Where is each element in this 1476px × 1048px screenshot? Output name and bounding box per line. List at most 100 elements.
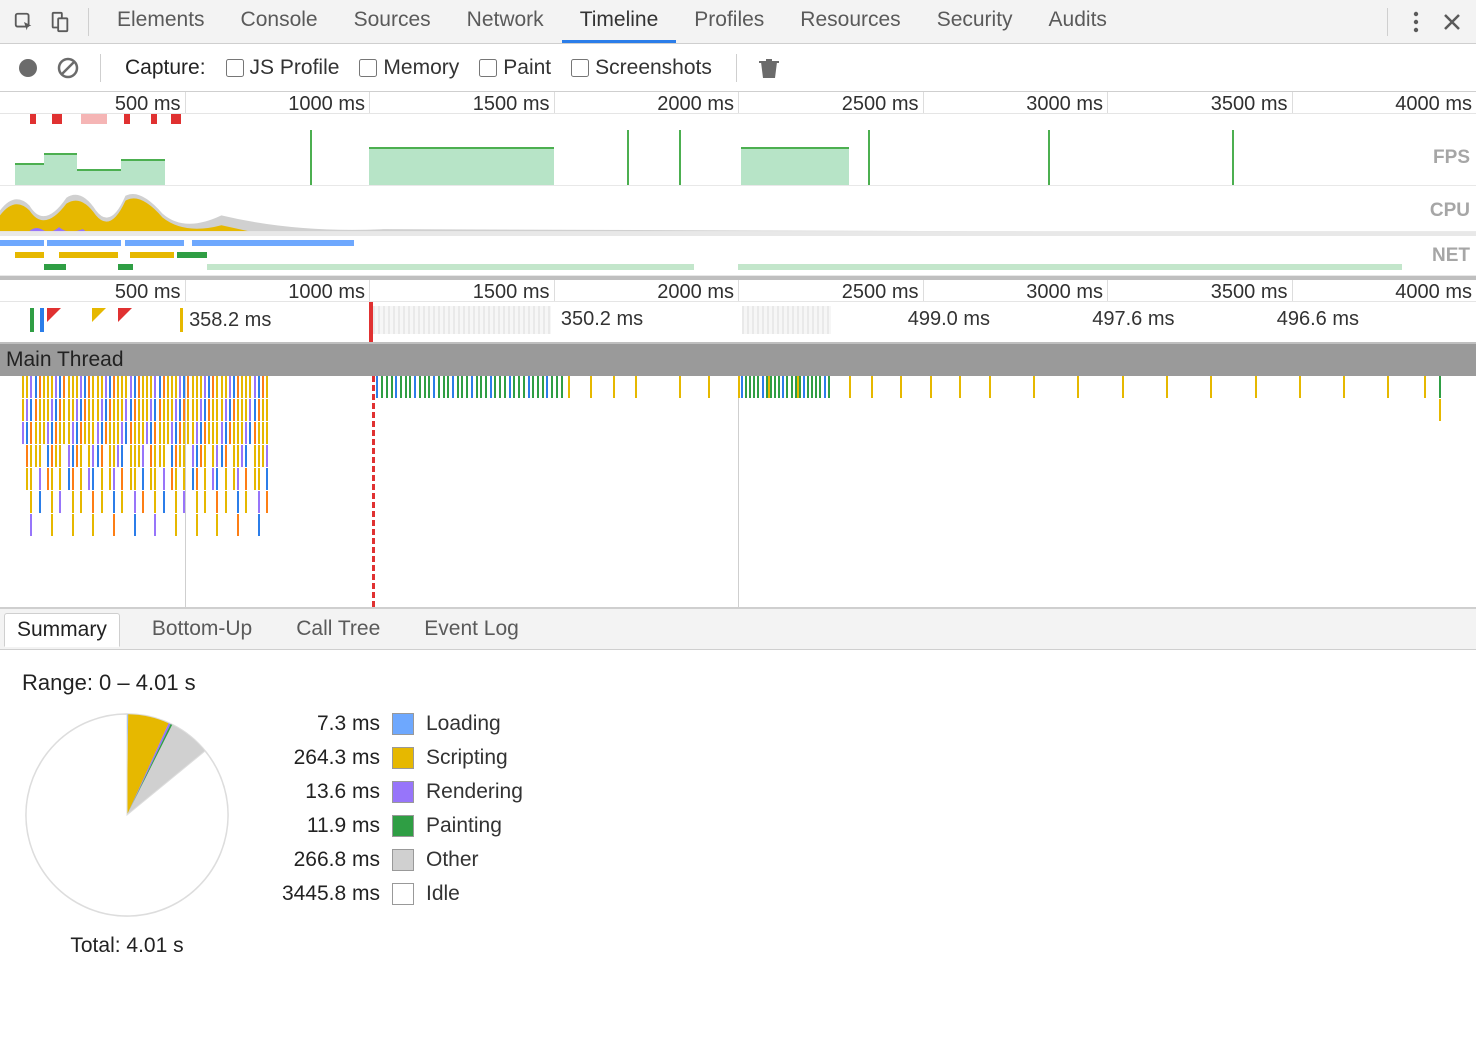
panel-tabs: ElementsConsoleSourcesNetworkTimelinePro… — [99, 0, 1377, 43]
capture-option-label: Memory — [383, 56, 459, 80]
legend-swatch — [392, 815, 414, 837]
ruler-tick-label: 2000 ms — [657, 281, 738, 304]
separator — [736, 54, 737, 82]
summary-legend: 7.3 ms Loading 264.3 ms Scripting 13.6 ms Ren… — [260, 712, 523, 906]
legend-duration: 11.9 ms — [260, 814, 380, 838]
ruler-tick-label: 1000 ms — [288, 93, 369, 116]
checkbox[interactable] — [479, 59, 497, 77]
tab-network[interactable]: Network — [449, 0, 562, 43]
ruler-tick-label: 2500 ms — [842, 93, 923, 116]
tab-profiles[interactable]: Profiles — [676, 0, 782, 43]
legend-name: Loading — [426, 712, 501, 736]
clear-icon[interactable] — [50, 50, 86, 86]
legend-name: Idle — [426, 882, 460, 906]
legend-duration: 264.3 ms — [260, 746, 380, 770]
ruler-tick-label: 1500 ms — [473, 281, 554, 304]
lane-label-fps: FPS — [1433, 147, 1470, 169]
overview-markers — [0, 114, 1476, 130]
overview-fps-lane: FPS — [0, 130, 1476, 186]
summary-pie-chart — [22, 710, 232, 920]
load-event-marker — [372, 376, 375, 607]
legend-swatch — [392, 883, 414, 905]
ruler-tick-label: 2500 ms — [842, 281, 923, 304]
capture-option-label: JS Profile — [250, 56, 340, 80]
legend-name: Scripting — [426, 746, 508, 770]
frame-duration: 499.0 ms — [908, 308, 990, 331]
ruler-tick-label: 4000 ms — [1395, 93, 1476, 116]
frame-duration: 350.2 ms — [561, 308, 643, 331]
legend-duration: 13.6 ms — [260, 780, 380, 804]
legend-duration: 3445.8 ms — [260, 882, 380, 906]
tab-console[interactable]: Console — [223, 0, 336, 43]
main-thread-flame-chart[interactable] — [0, 376, 1476, 608]
separator — [100, 54, 101, 82]
main-thread-header: Main Thread — [0, 344, 1476, 376]
tab-audits[interactable]: Audits — [1031, 0, 1125, 43]
subtab-call-tree[interactable]: Call Tree — [284, 613, 392, 645]
legend-row-idle: 3445.8 ms Idle — [260, 882, 523, 906]
overview-net-lane: NET — [0, 236, 1476, 276]
subtab-event-log[interactable]: Event Log — [412, 613, 531, 645]
ruler-tick-label: 3000 ms — [1026, 281, 1107, 304]
main-thread-label: Main Thread — [6, 348, 124, 372]
ruler-tick-label: 3000 ms — [1026, 93, 1107, 116]
legend-swatch — [392, 747, 414, 769]
legend-name: Other — [426, 848, 479, 872]
summary-range: Range: 0 – 4.01 s — [22, 670, 1454, 696]
frame-duration: 358.2 ms — [189, 309, 271, 332]
legend-swatch — [392, 713, 414, 735]
subtab-bottom-up[interactable]: Bottom-Up — [140, 613, 264, 645]
ruler-tick-label: 1500 ms — [473, 93, 554, 116]
capture-label: Capture: — [125, 56, 206, 80]
tab-elements[interactable]: Elements — [99, 0, 223, 43]
ruler-tick-label: 3500 ms — [1211, 281, 1292, 304]
checkbox[interactable] — [226, 59, 244, 77]
legend-duration: 266.8 ms — [260, 848, 380, 872]
timeline-toolbar: Capture: JS Profile Memory Paint Screenshot… — [0, 44, 1476, 92]
tab-timeline[interactable]: Timeline — [562, 0, 677, 43]
close-icon[interactable] — [1434, 4, 1470, 40]
capture-option-screenshots[interactable]: Screenshots — [571, 56, 712, 80]
device-toggle-icon[interactable] — [42, 4, 78, 40]
ruler-tick-label: 4000 ms — [1395, 281, 1476, 304]
devtools-tabbar: ElementsConsoleSourcesNetworkTimelinePro… — [0, 0, 1476, 44]
capture-option-js-profile[interactable]: JS Profile — [226, 56, 340, 80]
separator — [1387, 8, 1388, 36]
details-subtabs: Summary Bottom-Up Call Tree Event Log — [0, 608, 1476, 650]
record-icon[interactable] — [10, 50, 46, 86]
legend-row-scripting: 264.3 ms Scripting — [260, 746, 523, 770]
trash-icon[interactable] — [751, 50, 787, 86]
ruler-tick-label: 2000 ms — [657, 93, 738, 116]
ruler-tick-label: 3500 ms — [1211, 93, 1292, 116]
checkbox[interactable] — [359, 59, 377, 77]
kebab-menu-icon[interactable] — [1398, 4, 1434, 40]
capture-option-label: Paint — [503, 56, 551, 80]
checkbox[interactable] — [571, 59, 589, 77]
capture-option-label: Screenshots — [595, 56, 712, 80]
flame-ruler[interactable]: 500 ms 1000 ms 1500 ms 2000 ms 2500 ms 3000 m… — [0, 280, 1476, 302]
ruler-tick-label: 1000 ms — [288, 281, 369, 304]
legend-row-other: 266.8 ms Other — [260, 848, 523, 872]
frame-durations-row: 358.2 ms 350.2 ms 499.0 ms 497.6 ms 496.… — [0, 302, 1476, 344]
legend-name: Painting — [426, 814, 502, 838]
summary-total: Total: 4.01 s — [22, 934, 232, 958]
tab-resources[interactable]: Resources — [782, 0, 918, 43]
overview-ruler[interactable]: 500 ms1000 ms1500 ms2000 ms2500 ms3000 m… — [0, 92, 1476, 114]
capture-option-memory[interactable]: Memory — [359, 56, 459, 80]
legend-name: Rendering — [426, 780, 523, 804]
legend-row-painting: 11.9 ms Painting — [260, 814, 523, 838]
inspect-element-icon[interactable] — [6, 4, 42, 40]
frame-duration: 497.6 ms — [1092, 308, 1174, 331]
timeline-overview[interactable]: FPS CPU NET — [0, 114, 1476, 276]
legend-row-rendering: 13.6 ms Rendering — [260, 780, 523, 804]
capture-option-paint[interactable]: Paint — [479, 56, 551, 80]
overview-cpu-lane: CPU — [0, 186, 1476, 236]
tab-sources[interactable]: Sources — [336, 0, 449, 43]
ruler-tick-label: 500 ms — [115, 281, 185, 304]
tab-security[interactable]: Security — [919, 0, 1031, 43]
frame-duration: 496.6 ms — [1277, 308, 1359, 331]
subtab-summary[interactable]: Summary — [4, 613, 120, 647]
summary-pane: Range: 0 – 4.01 s Total: 4.01 s 7.3 ms Lo… — [0, 650, 1476, 978]
legend-duration: 7.3 ms — [260, 712, 380, 736]
legend-swatch — [392, 849, 414, 871]
